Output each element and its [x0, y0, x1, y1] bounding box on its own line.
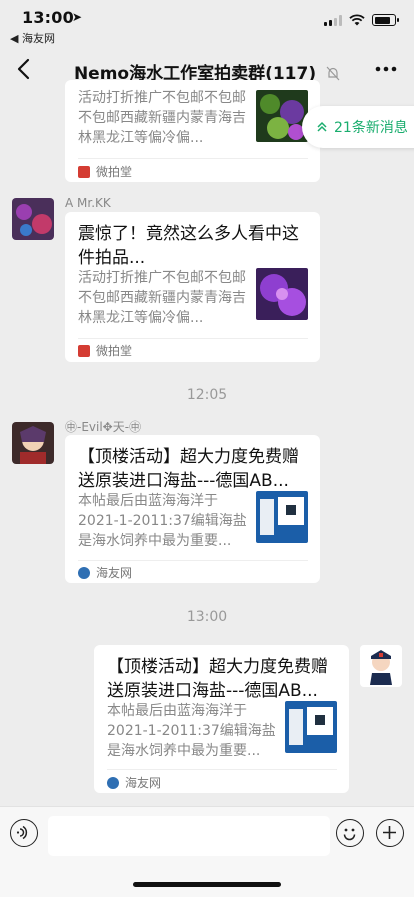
- card-thumbnail: [256, 90, 308, 142]
- card-source-name: 海友网: [96, 566, 133, 580]
- card-title: 震惊了！竟然这么多人看中这件拍品...: [78, 224, 299, 268]
- card-thumbnail: [285, 701, 337, 753]
- mute-bell-icon: [326, 66, 340, 81]
- new-messages-count: 21条新消息: [334, 120, 408, 136]
- avatar[interactable]: [360, 645, 402, 687]
- card-source: 微拍堂: [78, 163, 132, 180]
- more-dots-icon[interactable]: [372, 58, 400, 80]
- status-bar: 13:00 ➤ ◀ 海友网: [0, 0, 414, 45]
- shared-link-card[interactable]: 活动打折推广不包邮不包邮不包邮西藏新疆内蒙青海吉林黑龙江等偏冷偏... 微拍堂: [65, 80, 320, 182]
- wifi-icon: [349, 14, 365, 26]
- back-chevron-icon[interactable]: [14, 56, 36, 82]
- card-source: 海友网: [107, 774, 161, 791]
- emoji-icon[interactable]: [336, 819, 364, 847]
- status-time: 13:00: [22, 8, 74, 27]
- card-title: 【顶楼活动】超大力度免费赠送原装进口海盐---德国AB...: [107, 657, 328, 701]
- new-messages-button[interactable]: 21条新消息: [302, 106, 414, 148]
- card-description: 本帖最后由蓝海海洋于2021-1-2011:37编辑海盐是海水饲养中最为重要..…: [107, 703, 276, 759]
- haiyou-logo-icon: [107, 776, 119, 789]
- card-source-name: 海友网: [125, 776, 162, 790]
- sender-name: A Mr.KK: [65, 196, 111, 210]
- home-indicator[interactable]: [133, 882, 281, 887]
- avatar[interactable]: [12, 198, 54, 240]
- shared-link-card[interactable]: 【顶楼活动】超大力度免费赠送原装进口海盐---德国AB... 本帖最后由蓝海海洋…: [65, 435, 320, 583]
- card-source-name: 微拍堂: [96, 165, 133, 179]
- card-description: 本帖最后由蓝海海洋于2021-1-2011:37编辑海盐是海水饲养中最为重要..…: [78, 493, 247, 549]
- shared-link-card[interactable]: 【顶楼活动】超大力度免费赠送原装进口海盐---德国AB... 本帖最后由蓝海海洋…: [94, 645, 349, 793]
- card-description: 活动打折推广不包邮不包邮不包邮西藏新疆内蒙青海吉林黑龙江等偏冷偏...: [78, 90, 246, 146]
- card-description: 活动打折推广不包邮不包邮不包邮西藏新疆内蒙青海吉林黑龙江等偏冷偏...: [78, 270, 246, 326]
- weipaitang-logo-icon: [78, 344, 90, 357]
- battery-icon: [372, 14, 399, 26]
- card-source-name: 微拍堂: [96, 344, 133, 358]
- shared-link-card[interactable]: 震惊了！竟然这么多人看中这件拍品... 活动打折推广不包邮不包邮不包邮西藏新疆内…: [65, 212, 320, 362]
- card-source: 海友网: [78, 564, 132, 581]
- haiyou-logo-icon: [78, 566, 90, 579]
- avatar[interactable]: [12, 422, 54, 464]
- location-arrow-icon: ➤: [72, 10, 83, 24]
- sender-name: ㊥-Evil✥天-㊥: [65, 420, 142, 434]
- card-title: 【顶楼活动】超大力度免费赠送原装进口海盐---德国AB...: [78, 447, 299, 491]
- double-chevron-up-icon: [317, 121, 327, 132]
- card-thumbnail: [256, 491, 308, 543]
- weipaitang-logo-icon: [78, 165, 90, 178]
- card-thumbnail: [256, 268, 308, 320]
- signal-icon: [324, 14, 342, 26]
- timestamp: 13:00: [186, 609, 228, 625]
- voice-icon[interactable]: [10, 819, 38, 847]
- plus-icon[interactable]: [376, 819, 404, 847]
- card-source: 微拍堂: [78, 342, 132, 359]
- message-input[interactable]: [48, 816, 330, 856]
- timestamp: 12:05: [186, 387, 228, 403]
